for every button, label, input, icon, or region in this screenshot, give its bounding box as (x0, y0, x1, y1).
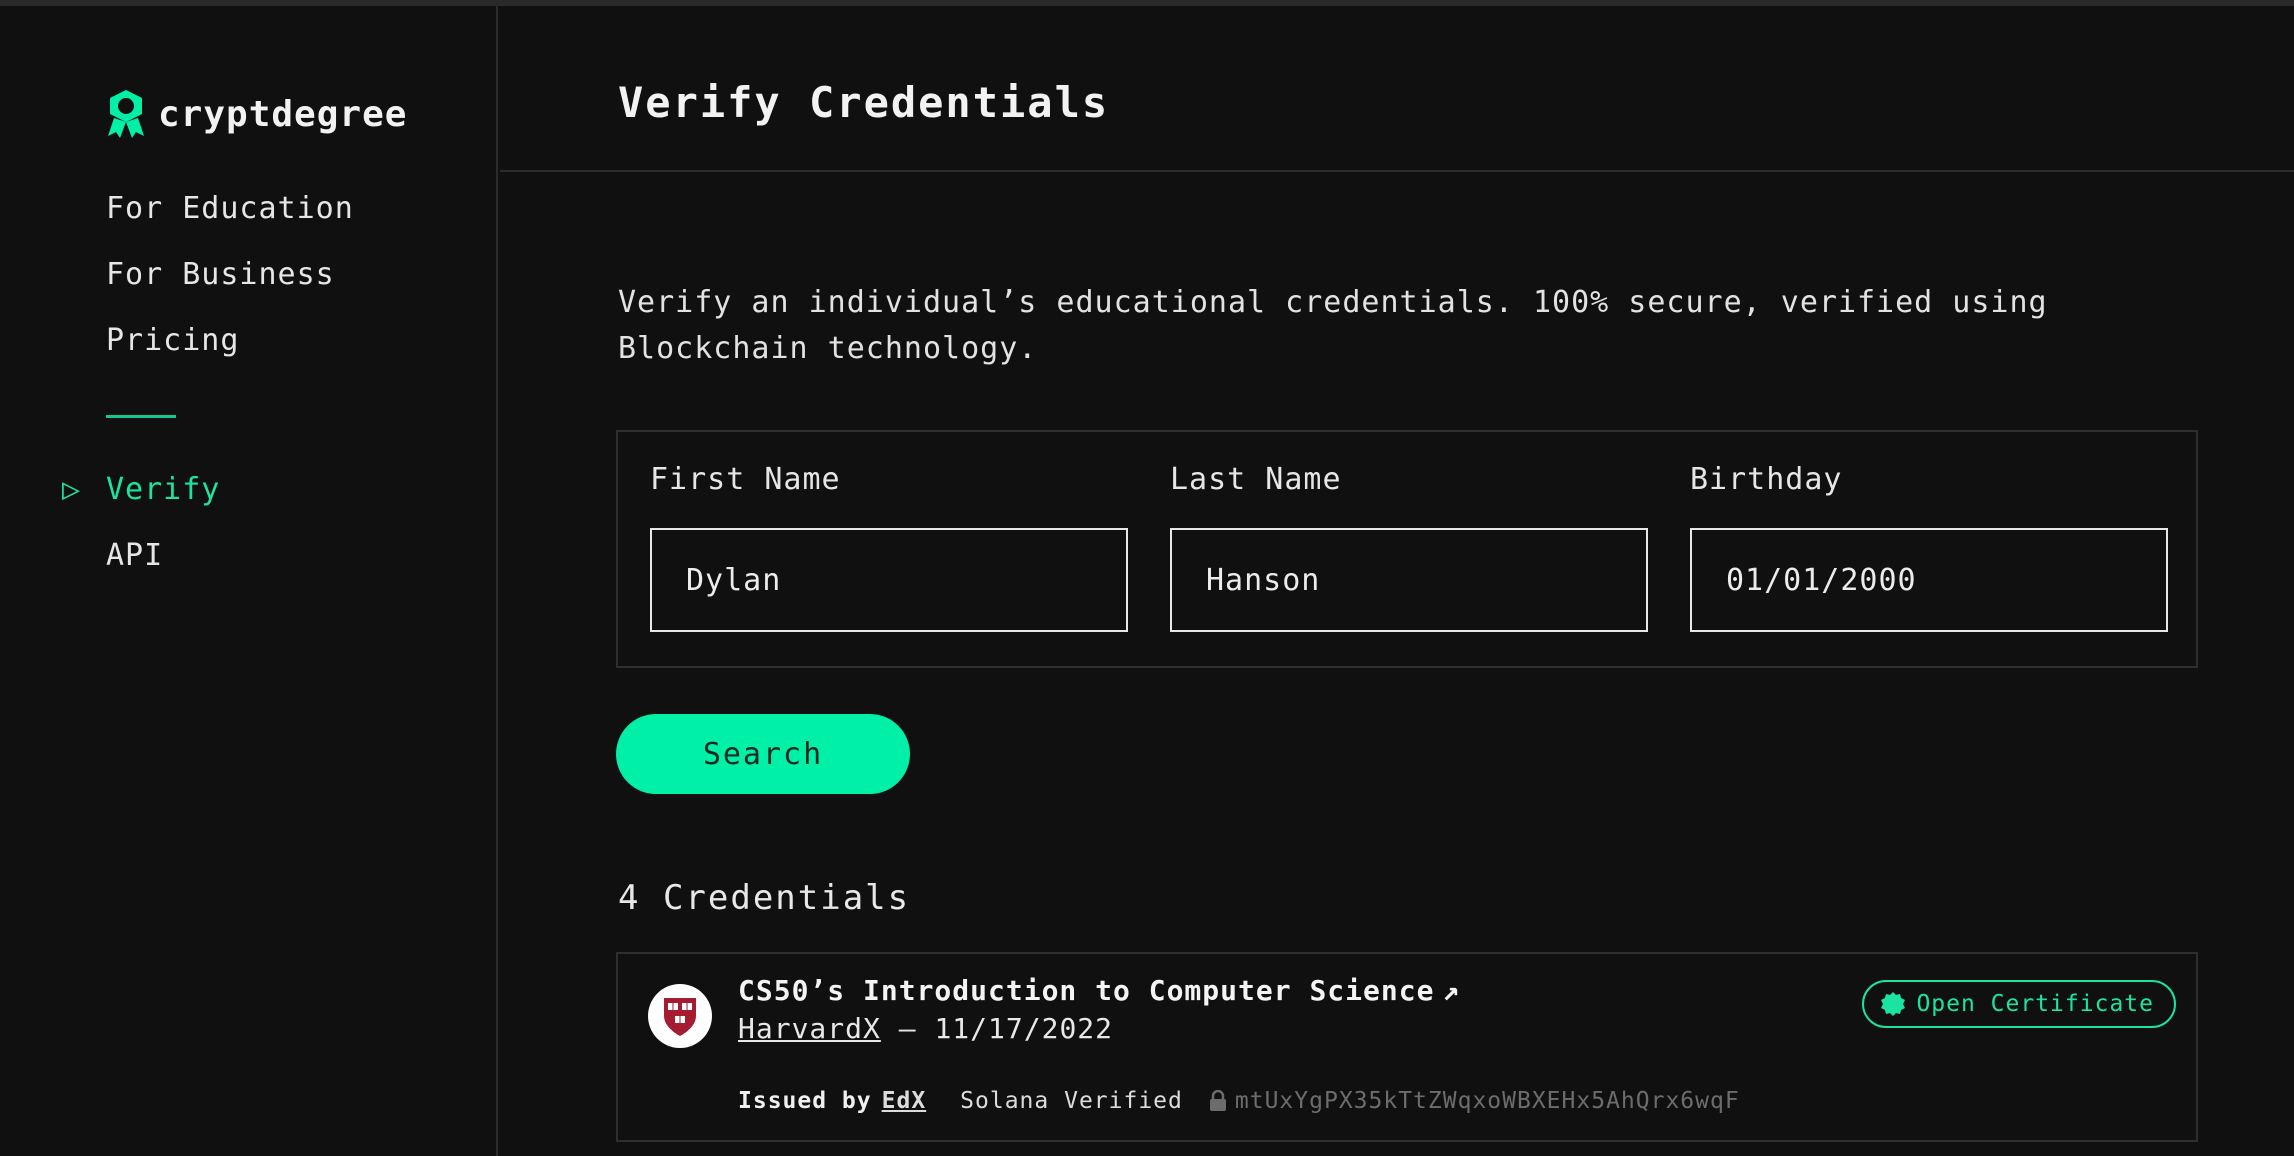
first-name-label: First Name (650, 462, 841, 497)
blockchain-hash[interactable]: mtUxYgPX35kTtZWqxoWBXEHx5AhQrx6wqF (1235, 1088, 1740, 1114)
credential-meta: Issued by EdX Solana Verified mtUxYgPX35… (738, 1088, 1740, 1114)
sidebar: cryptdegree For Education For Business P… (0, 6, 498, 1156)
page-header: Verify Credentials (500, 6, 2294, 172)
first-name-input[interactable] (650, 528, 1128, 632)
last-name-field: Last Name (1170, 462, 1648, 632)
search-button[interactable]: Search (616, 714, 910, 794)
issued-by-label: Issued by (738, 1088, 872, 1114)
sidebar-item-pricing[interactable]: Pricing (106, 313, 354, 379)
brand-logo[interactable]: cryptdegree (104, 86, 407, 142)
lock-icon (1209, 1090, 1226, 1111)
award-ribbon-icon (108, 90, 144, 138)
credential-title[interactable]: CS50’s Introduction to Computer Science ↗ (738, 974, 1460, 1007)
verify-form: First Name Last Name Birthday (616, 430, 2198, 668)
birthday-input[interactable] (1690, 528, 2168, 632)
page-title: Verify Credentials (618, 78, 1110, 127)
birthday-label: Birthday (1690, 462, 1843, 497)
open-certificate-button[interactable]: Open Certificate (1862, 980, 2176, 1028)
sidebar-item-for-education[interactable]: For Education (106, 181, 354, 247)
credential-title-text: CS50’s Introduction to Computer Science (738, 974, 1435, 1007)
open-certificate-label: Open Certificate (1916, 991, 2154, 1017)
last-name-input[interactable] (1170, 528, 1648, 632)
credentials-count: 4 Credentials (618, 878, 911, 918)
sidebar-nav: For Education For Business Pricing ▷ Ver… (62, 181, 354, 594)
main-content: Verify Credentials Verify an individual’… (500, 6, 2294, 1156)
credential-card: CS50’s Introduction to Computer Science ↗… (616, 952, 2198, 1142)
birthday-field: Birthday (1690, 462, 2168, 632)
credential-subtitle: HarvardX — 11/17/2022 (738, 1012, 1113, 1045)
play-triangle-icon: ▷ (62, 472, 82, 507)
solana-verified-label: Solana Verified (960, 1088, 1183, 1114)
last-name-label: Last Name (1170, 462, 1342, 497)
sidebar-item-label: Verify (106, 472, 221, 507)
first-name-field: First Name (650, 462, 1128, 632)
issued-by-link[interactable]: EdX (882, 1088, 927, 1114)
separator: — (898, 1012, 917, 1045)
sidebar-item-verify[interactable]: ▷ Verify (62, 462, 354, 528)
shield-icon (664, 998, 696, 1036)
verified-badge-icon (1881, 992, 1906, 1016)
external-link-icon: ↗ (1442, 974, 1461, 1007)
issuer-link[interactable]: HarvardX (738, 1012, 881, 1045)
harvard-shield-icon (648, 984, 712, 1048)
page-description: Verify an individual’s educational crede… (618, 285, 2048, 366)
nav-divider (106, 415, 176, 418)
brand-name: cryptdegree (158, 93, 408, 135)
credential-date: 11/17/2022 (934, 1012, 1114, 1045)
sidebar-item-api[interactable]: API (106, 528, 354, 594)
sidebar-item-for-business[interactable]: For Business (106, 247, 354, 313)
